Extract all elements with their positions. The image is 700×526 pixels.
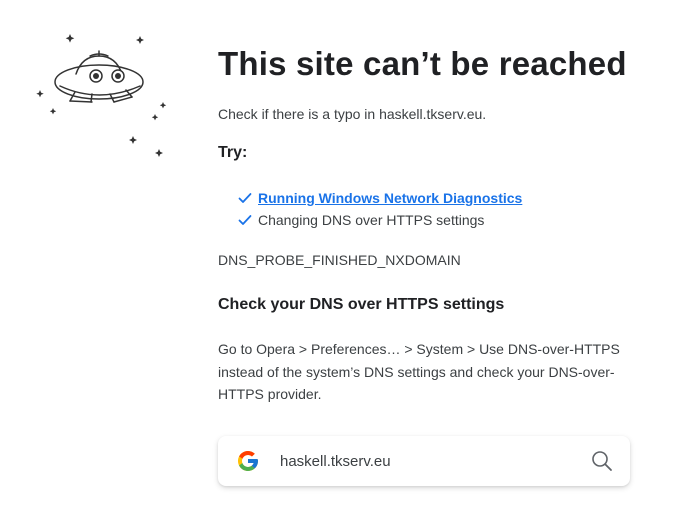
suggestion-item-network-diagnostics: Running Windows Network Diagnostics xyxy=(238,187,638,209)
ufo-illustration xyxy=(36,34,167,157)
dns-heading: Check your DNS over HTTPS settings xyxy=(218,296,505,313)
search-box[interactable] xyxy=(218,436,630,486)
dns-instructions: Go to Opera > Preferences… > System > Us… xyxy=(218,341,620,402)
dns-settings-suggestion: Changing DNS over HTTPS settings xyxy=(258,212,485,228)
suggestion-item-dns-over-https: Changing DNS over HTTPS settings xyxy=(238,209,638,231)
network-diagnostics-link[interactable]: Running Windows Network Diagnostics xyxy=(258,190,522,206)
google-g-icon xyxy=(238,451,258,471)
search-input[interactable] xyxy=(280,452,580,470)
check-icon xyxy=(238,215,252,225)
suggestion-list: Running Windows Network Diagnostics Chan… xyxy=(218,187,638,231)
page-title: This site can’t be reached xyxy=(218,45,627,82)
check-icon xyxy=(238,193,252,203)
typo-hint: Check if there is a typo in haskell.tkse… xyxy=(218,106,487,122)
error-code: DNS_PROBE_FINISHED_NXDOMAIN xyxy=(218,252,461,268)
error-content: This site can’t be reached Check if ther… xyxy=(218,40,638,406)
search-icon[interactable] xyxy=(590,449,614,473)
try-label: Try: xyxy=(218,144,248,161)
